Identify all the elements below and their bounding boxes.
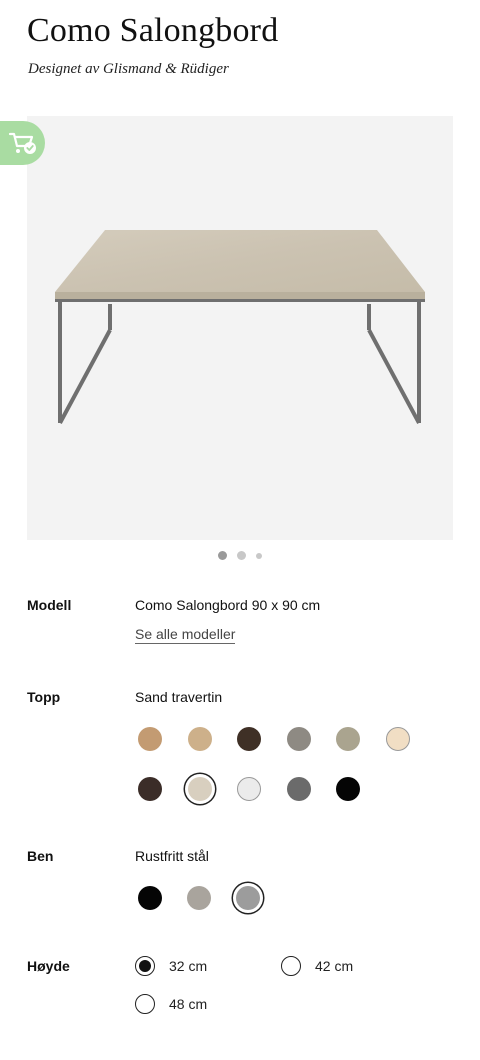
cart-badge-button[interactable]: [0, 121, 45, 165]
color-swatch[interactable]: [236, 886, 260, 910]
cart-check-icon: [8, 132, 36, 154]
height-label: Høyde: [27, 958, 70, 974]
color-swatch[interactable]: [336, 727, 360, 751]
see-all-models-link[interactable]: Se alle modeller: [135, 626, 236, 644]
color-swatch[interactable]: [237, 727, 261, 751]
top-label: Topp: [27, 689, 61, 705]
color-swatch[interactable]: [336, 777, 360, 801]
color-swatch[interactable]: [187, 886, 211, 910]
color-swatch[interactable]: [138, 727, 162, 751]
model-value: Como Salongbord 90 x 90 cm: [135, 597, 321, 613]
height-radio-42[interactable]: [281, 956, 301, 976]
radio-dot: [139, 960, 151, 972]
color-swatch[interactable]: [237, 777, 261, 801]
height-option-label[interactable]: 32 cm: [169, 958, 207, 974]
product-designer: Designet av Glismand & Rüdiger: [28, 61, 229, 77]
product-title: Como Salongbord: [27, 12, 279, 49]
height-option-label[interactable]: 48 cm: [169, 996, 207, 1012]
gallery-dot[interactable]: [256, 552, 262, 559]
gallery-pagination: [0, 551, 480, 560]
color-swatch[interactable]: [138, 777, 162, 801]
color-swatch[interactable]: [187, 727, 212, 751]
color-swatch[interactable]: [286, 777, 311, 801]
height-radio-48[interactable]: [135, 994, 155, 1014]
height-option-label[interactable]: 42 cm: [315, 958, 353, 974]
gallery-dot[interactable]: [237, 551, 246, 560]
color-swatch[interactable]: [187, 777, 212, 801]
product-image-gallery[interactable]: [27, 116, 453, 540]
gallery-dot[interactable]: [218, 551, 227, 560]
color-swatch[interactable]: [138, 886, 162, 910]
color-swatch[interactable]: [385, 727, 410, 751]
legs-label: Ben: [27, 848, 54, 864]
coffee-table-image: [55, 230, 425, 424]
legs-value: Rustfritt stål: [135, 848, 209, 864]
height-radio-32[interactable]: [135, 956, 155, 976]
top-value: Sand travertin: [135, 689, 223, 705]
model-label: Modell: [27, 597, 72, 613]
color-swatch[interactable]: [286, 727, 311, 751]
